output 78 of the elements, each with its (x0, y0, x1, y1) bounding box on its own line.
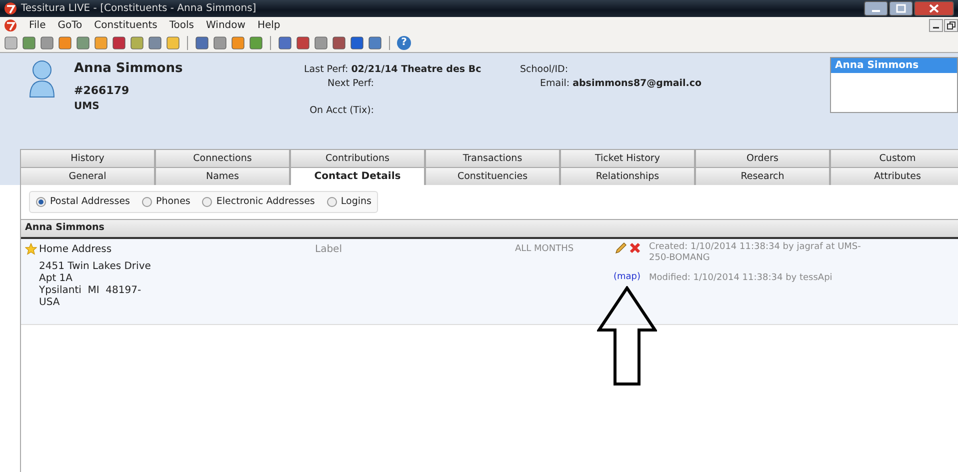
toolbar-icon[interactable] (213, 36, 227, 50)
close-button[interactable] (914, 1, 954, 16)
radio-icon[interactable] (142, 197, 152, 208)
tab[interactable]: Custom (830, 149, 958, 167)
tab[interactable]: Transactions (425, 149, 560, 167)
address-type: Home Address (39, 242, 112, 256)
radio-option[interactable]: Electronic Addresses (202, 195, 315, 210)
tab[interactable]: Connections (155, 149, 290, 167)
person-icon (28, 59, 56, 99)
menu-item[interactable]: Window (206, 18, 246, 33)
restore-button[interactable] (944, 19, 958, 32)
toolbar-icon[interactable] (278, 36, 292, 50)
tab[interactable]: Contributions (290, 149, 425, 167)
constituent-name: Anna Simmons (74, 60, 184, 78)
organization-text: UMS (74, 100, 100, 114)
toolbar-icon[interactable] (314, 36, 328, 50)
menu-item[interactable]: File (29, 18, 46, 33)
toolbar-icon[interactable] (195, 36, 209, 50)
modified-text: Modified: 1/10/2014 11:38:34 by tessApi (649, 272, 834, 284)
toolbar-icon[interactable] (76, 36, 90, 50)
field-label: Next Perf: (326, 77, 374, 92)
radio-option[interactable]: Logins (326, 195, 372, 210)
tab[interactable]: Names (155, 167, 290, 185)
field-value: 02/21/14 Theatre des Bc (351, 64, 482, 75)
toolbar-icon[interactable] (112, 36, 126, 50)
map-link[interactable]: (map) (613, 270, 641, 284)
menu-item[interactable]: Tools (169, 18, 194, 33)
toolbar-icon[interactable] (296, 36, 310, 50)
radio-icon[interactable] (326, 197, 337, 208)
toolbar-icon[interactable] (94, 36, 108, 50)
app-logo-icon (4, 2, 17, 15)
app-logo-icon (4, 19, 17, 32)
field-label: Email: (540, 78, 571, 90)
radio-icon[interactable] (202, 197, 212, 208)
minimize-button[interactable] (929, 19, 943, 32)
label-text: Label (315, 242, 343, 256)
created-text: Created: 1/10/2014 11:38:34 by jagraf at UMS-250-BOMANG (649, 242, 862, 264)
radio-option[interactable]: Phones (142, 195, 190, 210)
toolbar-icon[interactable] (4, 36, 18, 50)
tab[interactable]: General (20, 167, 155, 185)
field-label: On Acct (Tix): (308, 104, 374, 118)
window-title: Tessitura LIVE - [Constituents - Anna Simmons] (21, 2, 256, 16)
toolbar-icon[interactable] (350, 36, 364, 50)
toolbar-icon[interactable] (130, 36, 144, 50)
toolbar-icon[interactable] (40, 36, 54, 50)
months-text: ALL MONTHS (515, 242, 575, 256)
toolbar-icon[interactable] (58, 36, 72, 50)
maximize-button[interactable] (889, 1, 913, 16)
section-header: Anna Simmons (21, 219, 958, 238)
menu-item[interactable]: GoTo (58, 18, 82, 33)
field-value: absimmons87@gmail.co (572, 78, 702, 90)
help-button[interactable]: ? (397, 36, 411, 50)
address-text: 2451 Twin Lakes Drive Apt 1A Ypsilanti MI 48197- USA (38, 260, 152, 308)
toolbar-icon[interactable] (148, 36, 162, 50)
tab[interactable]: Constituencies (425, 167, 560, 185)
tab[interactable]: History (20, 149, 155, 167)
radio-icon[interactable] (36, 197, 46, 208)
toolbar-icon[interactable] (332, 36, 346, 50)
toolbar-icon[interactable] (22, 36, 36, 50)
toolbar-icon[interactable] (249, 36, 263, 50)
pencil-icon[interactable] (614, 242, 626, 254)
tab[interactable]: Orders (695, 149, 830, 167)
tab[interactable]: Attributes (830, 167, 958, 185)
minimize-button[interactable] (864, 1, 888, 16)
menu-item[interactable]: Constituents (94, 18, 158, 33)
tab[interactable]: Ticket History (560, 149, 695, 167)
toolbar-icon[interactable] (166, 36, 180, 50)
radio-option[interactable]: Postal Addresses (36, 195, 130, 210)
tab[interactable]: Research (695, 167, 830, 185)
toolbar-icon[interactable] (368, 36, 382, 50)
field-label: Last Perf: (304, 64, 350, 75)
tab[interactable]: Relationships (560, 167, 695, 185)
delete-icon[interactable] (628, 242, 640, 254)
constituent-id: #266179 (74, 82, 130, 98)
toolbar-icon[interactable] (231, 36, 245, 50)
menu-item[interactable]: Help (257, 18, 280, 33)
tab[interactable]: Contact Details (290, 167, 425, 185)
field-label: School/ID: (520, 63, 570, 77)
